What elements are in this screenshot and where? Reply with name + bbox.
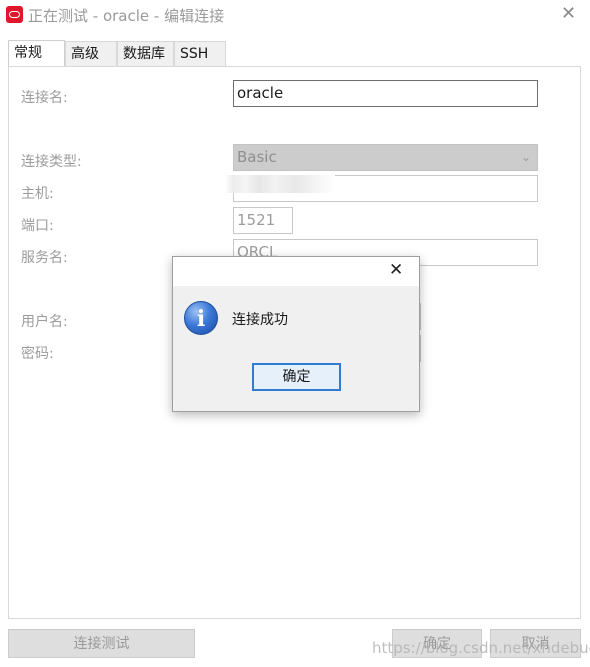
host-label: 主机: <box>21 186 54 202</box>
username-label: 用户名: <box>21 314 68 330</box>
watermark: https://blog.csdn.net/xhdebug <box>372 639 590 657</box>
tab-database[interactable]: 数据库 <box>117 41 174 66</box>
connection-success-dialog: ✕ i 连接成功 确定 <box>172 256 420 412</box>
tab-ssh[interactable]: SSH <box>174 41 226 66</box>
info-icon: i <box>184 301 218 335</box>
port-input[interactable]: 1521 <box>233 207 293 234</box>
window-close-icon[interactable]: ✕ <box>561 3 576 24</box>
chevron-down-icon: ⌄ <box>520 150 531 164</box>
title-bar: 正在测试 - oracle - 编辑连接 ✕ <box>0 0 590 30</box>
connection-name-input[interactable]: oracle <box>233 80 538 107</box>
dialog-close-icon[interactable]: ✕ <box>389 260 403 280</box>
port-label: 端口: <box>21 218 54 234</box>
dialog-message: 连接成功 <box>232 312 288 328</box>
connection-type-label: 连接类型: <box>21 154 82 170</box>
oracle-app-icon <box>6 6 23 23</box>
connection-type-value: Basic <box>237 148 277 166</box>
dialog-title-bar: ✕ <box>173 257 419 286</box>
dialog-ok-button[interactable]: 确定 <box>252 363 341 391</box>
redacted-host-overlay <box>225 175 335 193</box>
connection-type-select[interactable]: Basic ⌄ <box>233 144 538 171</box>
window-title: 正在测试 - oracle - 编辑连接 <box>28 7 225 25</box>
password-label: 密码: <box>21 346 54 362</box>
connection-name-label: 连接名: <box>21 90 68 106</box>
service-name-label: 服务名: <box>21 250 68 266</box>
tab-general[interactable]: 常规 <box>8 40 65 67</box>
tab-advanced[interactable]: 高级 <box>65 41 117 66</box>
test-connection-button[interactable]: 连接测试 <box>8 629 195 658</box>
